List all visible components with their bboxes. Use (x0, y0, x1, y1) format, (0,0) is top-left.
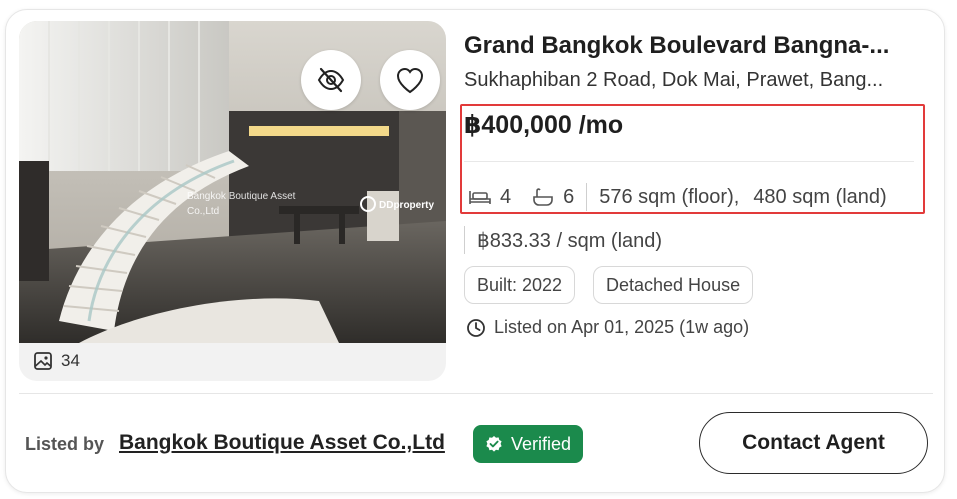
built-year-tag: Built: 2022 (464, 266, 576, 304)
verified-badge: Verified (473, 425, 584, 463)
price-per-sqm: ฿833.33 / sqm (land) (464, 226, 662, 254)
floor-area: 576 sqm (floor), (599, 185, 740, 208)
svg-text:DDproperty: DDproperty (379, 200, 434, 211)
listing-card[interactable]: Bangkok Boutique Asset Co.,Ltd DDpropert… (5, 9, 945, 493)
agent-name-link[interactable]: Bangkok Boutique Asset Co.,Ltd (119, 431, 445, 455)
listing-address: Sukhaphiban 2 Road, Dok Mai, Prawet, Ban… (464, 69, 884, 91)
heart-icon (396, 67, 424, 94)
listing-media[interactable]: Bangkok Boutique Asset Co.,Ltd DDpropert… (19, 21, 446, 381)
gallery-icon (34, 352, 52, 370)
bathrooms-value: 6 (563, 185, 575, 208)
watermark-agency-text: Bangkok Boutique Asset (187, 191, 296, 202)
listed-date-value: Listed on Apr 01, 2025 (1w ago) (494, 317, 750, 337)
listing-title[interactable]: Grand Bangkok Boulevard Bangna-... (464, 32, 914, 60)
favorite-button[interactable] (380, 50, 440, 110)
watermark-agency-text-2: Co.,Ltd (187, 206, 219, 217)
verified-label: Verified (511, 433, 572, 454)
footer-divider (19, 393, 933, 394)
image-count[interactable]: 34 (33, 351, 80, 371)
image-count-value: 34 (61, 351, 80, 370)
bathrooms: 6 (531, 186, 574, 209)
ppsqm-divider (464, 226, 465, 254)
verified-check-icon (486, 436, 502, 452)
bedrooms: 4 (468, 186, 511, 209)
listed-by-label: Listed by (25, 434, 105, 454)
listed-date: Listed on Apr 01, 2025 (1w ago) (466, 317, 749, 338)
hide-listing-button[interactable] (301, 50, 361, 110)
eye-off-icon (317, 67, 345, 93)
listing-price: ฿400,000 /mo (464, 111, 624, 139)
bed-icon (469, 191, 491, 204)
specs-divider (586, 183, 588, 211)
bedrooms-value: 4 (500, 185, 512, 208)
price-per-sqm-value: ฿833.33 / sqm (land) (477, 229, 663, 252)
contact-agent-button[interactable]: Contact Agent (699, 412, 928, 474)
clock-icon (467, 318, 485, 337)
bathtub-icon (533, 188, 553, 206)
price-divider (464, 161, 914, 162)
property-type-tag: Detached House (593, 266, 754, 304)
land-area: 480 sqm (land) (753, 185, 887, 208)
listing-specs: 4 6 576 sqm (floor), 480 sqm (land) (468, 183, 887, 211)
